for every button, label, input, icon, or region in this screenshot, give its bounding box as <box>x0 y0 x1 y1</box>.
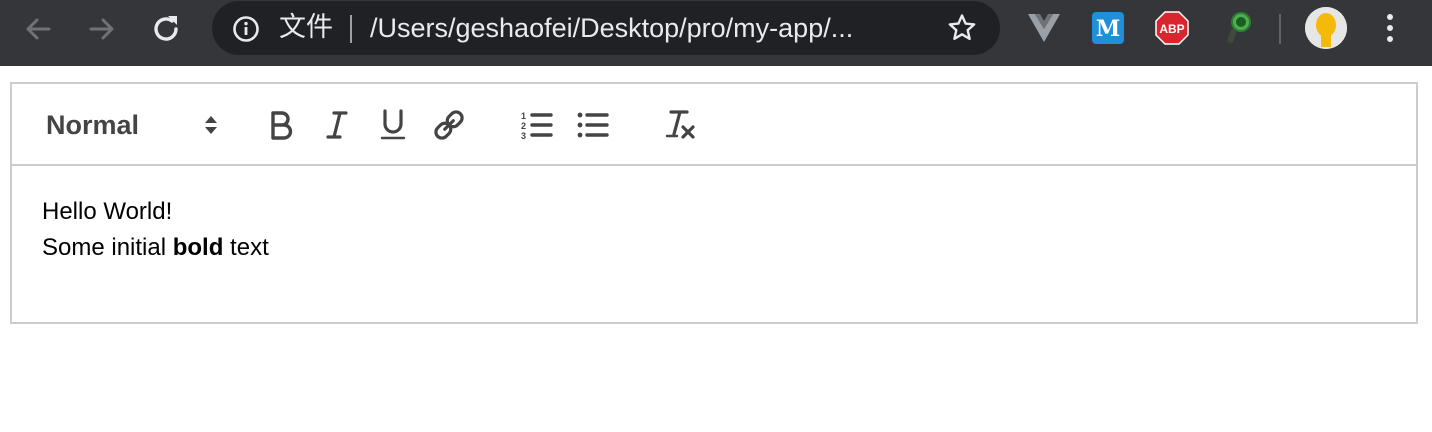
file-scheme-label: 文件 <box>279 12 333 43</box>
ordered-list-button[interactable]: 1 2 3 <box>520 108 554 142</box>
adblock-plus-icon: ABP <box>1155 11 1189 45</box>
underline-icon <box>380 109 406 140</box>
address-separator <box>350 15 352 43</box>
adblock-plus-extension[interactable]: ABP <box>1154 10 1190 46</box>
toolbar-separator <box>1279 14 1281 44</box>
green-extension[interactable] <box>1220 10 1256 46</box>
m-extension-icon: M <box>1092 12 1124 44</box>
arrow-right-icon <box>89 18 114 40</box>
browser-menu-button[interactable] <box>1374 10 1406 46</box>
vue-devtools-extension[interactable] <box>1026 10 1062 46</box>
svg-text:1: 1 <box>521 111 526 121</box>
vue-devtools-icon <box>1028 14 1060 42</box>
clear-format-button[interactable] <box>664 108 698 142</box>
italic-icon <box>326 111 348 139</box>
content-text: text <box>223 234 269 261</box>
content-line-1: Hello World! <box>42 198 173 225</box>
heading-select-value: Normal <box>46 109 140 140</box>
browser-toolbar: 文件 /Users/geshaofei/Desktop/pro/my-app/.… <box>0 0 1432 66</box>
content-text: Some initial <box>42 234 173 261</box>
bold-icon <box>271 111 293 140</box>
forward-button[interactable] <box>82 9 122 49</box>
address-bar[interactable]: 文件 /Users/geshaofei/Desktop/pro/my-app/.… <box>212 1 1000 55</box>
heading-select[interactable]: Normal <box>46 108 218 142</box>
content-bold-text: bold <box>172 234 224 261</box>
green-extension-icon <box>1227 12 1251 44</box>
svg-text:3: 3 <box>521 131 526 140</box>
profile-avatar[interactable] <box>1305 7 1347 49</box>
bullet-list-icon <box>577 112 609 138</box>
editor-toolbar: Normal 1 2 3 <box>12 84 1416 166</box>
editor-content[interactable]: Hello World! Some initial bold text <box>42 194 1402 266</box>
underline-button[interactable] <box>376 108 410 142</box>
arrow-left-icon <box>26 18 51 40</box>
back-button[interactable] <box>18 9 58 49</box>
m-extension[interactable]: M <box>1090 10 1126 46</box>
link-icon <box>434 110 464 140</box>
content-line-2: Some initial bold text <box>42 230 1402 266</box>
url-text[interactable]: /Users/geshaofei/Desktop/pro/my-app/... <box>370 11 853 45</box>
kebab-menu-icon <box>1387 14 1393 20</box>
reload-button[interactable] <box>146 9 186 49</box>
ordered-list-icon: 1 2 3 <box>521 111 553 140</box>
star-icon[interactable] <box>946 12 978 44</box>
avatar-icon <box>1305 7 1347 49</box>
select-arrows-icon <box>205 116 217 134</box>
rich-text-editor: Normal 1 2 3 Hello World! Some initial b… <box>10 82 1418 324</box>
bullet-list-button[interactable] <box>576 108 610 142</box>
svg-text:ABP: ABP <box>1159 22 1184 36</box>
reload-icon <box>154 16 178 41</box>
link-button[interactable] <box>432 108 466 142</box>
svg-text:2: 2 <box>521 121 526 131</box>
info-icon[interactable] <box>232 15 260 43</box>
svg-text:M: M <box>1096 16 1120 42</box>
italic-button[interactable] <box>320 108 354 142</box>
clear-format-icon <box>665 110 695 139</box>
bold-button[interactable] <box>264 108 298 142</box>
